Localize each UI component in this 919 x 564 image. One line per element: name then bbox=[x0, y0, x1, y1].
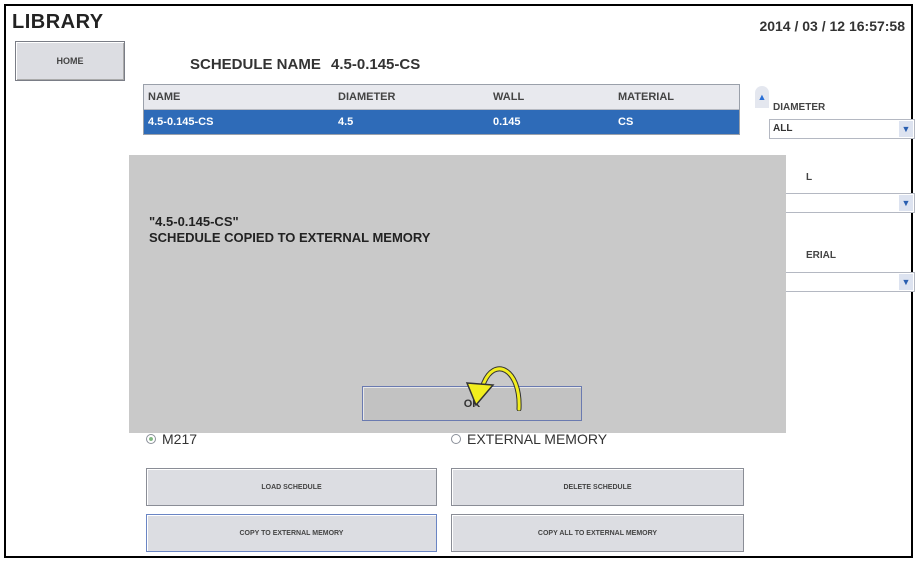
datetime-display: 2014 / 03 / 12 16:57:58 bbox=[759, 18, 905, 34]
library-window: LIBRARY 2014 / 03 / 12 16:57:58 HOME SCH… bbox=[4, 4, 915, 558]
diameter-select-value: ALL bbox=[773, 123, 793, 134]
page-title: LIBRARY bbox=[12, 11, 104, 33]
copy-to-external-memory-button[interactable]: COPY TO EXTERNAL MEMORY bbox=[146, 514, 437, 552]
copy-all-to-external-memory-button[interactable]: COPY ALL TO EXTERNAL MEMORY bbox=[451, 514, 744, 552]
column-header-name[interactable]: NAME bbox=[144, 91, 334, 103]
table-row-selected[interactable]: 4.5-0.145-CS 4.5 0.145 CS bbox=[144, 110, 739, 134]
radio-selected-icon bbox=[146, 434, 156, 444]
cell-diameter: 4.5 bbox=[338, 116, 354, 128]
m217-radio[interactable]: M217 bbox=[146, 431, 197, 447]
schedule-name-value: 4.5-0.145-CS bbox=[331, 56, 421, 73]
curved-arrow-icon bbox=[465, 366, 522, 411]
cell-name: 4.5-0.145-CS bbox=[148, 116, 214, 128]
chevron-down-icon: ▼ bbox=[899, 274, 913, 290]
table-header: NAME DIAMETER WALL MATERIAL bbox=[144, 85, 739, 110]
schedule-table: NAME DIAMETER WALL MATERIAL 4.5-0.145-CS… bbox=[143, 84, 740, 135]
column-header-diameter[interactable]: DIAMETER bbox=[334, 91, 489, 103]
cell-material: CS bbox=[618, 116, 634, 128]
wall-select[interactable]: ▼ bbox=[769, 193, 915, 213]
dialog-schedule-name: "4.5-0.145-CS" bbox=[149, 214, 239, 229]
delete-schedule-button[interactable]: DELETE SCHEDULE bbox=[451, 468, 744, 506]
schedule-name: SCHEDULE NAME 4.5-0.145-CS bbox=[190, 56, 420, 73]
home-button[interactable]: HOME bbox=[15, 41, 125, 81]
m217-label: M217 bbox=[162, 431, 198, 447]
load-schedule-button[interactable]: LOAD SCHEDULE bbox=[146, 468, 437, 506]
external-memory-radio[interactable]: EXTERNAL MEMORY bbox=[451, 431, 607, 447]
wall-filter-label: L bbox=[806, 172, 813, 183]
radio-unselected-icon bbox=[451, 434, 461, 444]
material-filter-label: ERIAL bbox=[806, 250, 836, 261]
chevron-down-icon: ▼ bbox=[899, 195, 913, 211]
scroll-up-arrow-icon[interactable]: ▲ bbox=[755, 86, 769, 108]
material-select[interactable]: ▼ bbox=[769, 272, 915, 292]
schedule-name-label: SCHEDULE NAME bbox=[190, 56, 321, 73]
column-header-wall[interactable]: WALL bbox=[489, 91, 614, 103]
copy-confirmation-dialog: "4.5-0.145-CS" SCHEDULE COPIED TO EXTERN… bbox=[129, 155, 786, 433]
cell-wall: 0.145 bbox=[493, 116, 521, 128]
dialog-message: SCHEDULE COPIED TO EXTERNAL MEMORY bbox=[149, 230, 431, 245]
external-memory-label: EXTERNAL MEMORY bbox=[467, 431, 608, 447]
diameter-select[interactable]: ALL ▼ bbox=[769, 119, 915, 139]
chevron-down-icon: ▼ bbox=[899, 121, 913, 137]
diameter-filter-label: DIAMETER bbox=[773, 102, 826, 113]
column-header-material[interactable]: MATERIAL bbox=[614, 91, 739, 103]
